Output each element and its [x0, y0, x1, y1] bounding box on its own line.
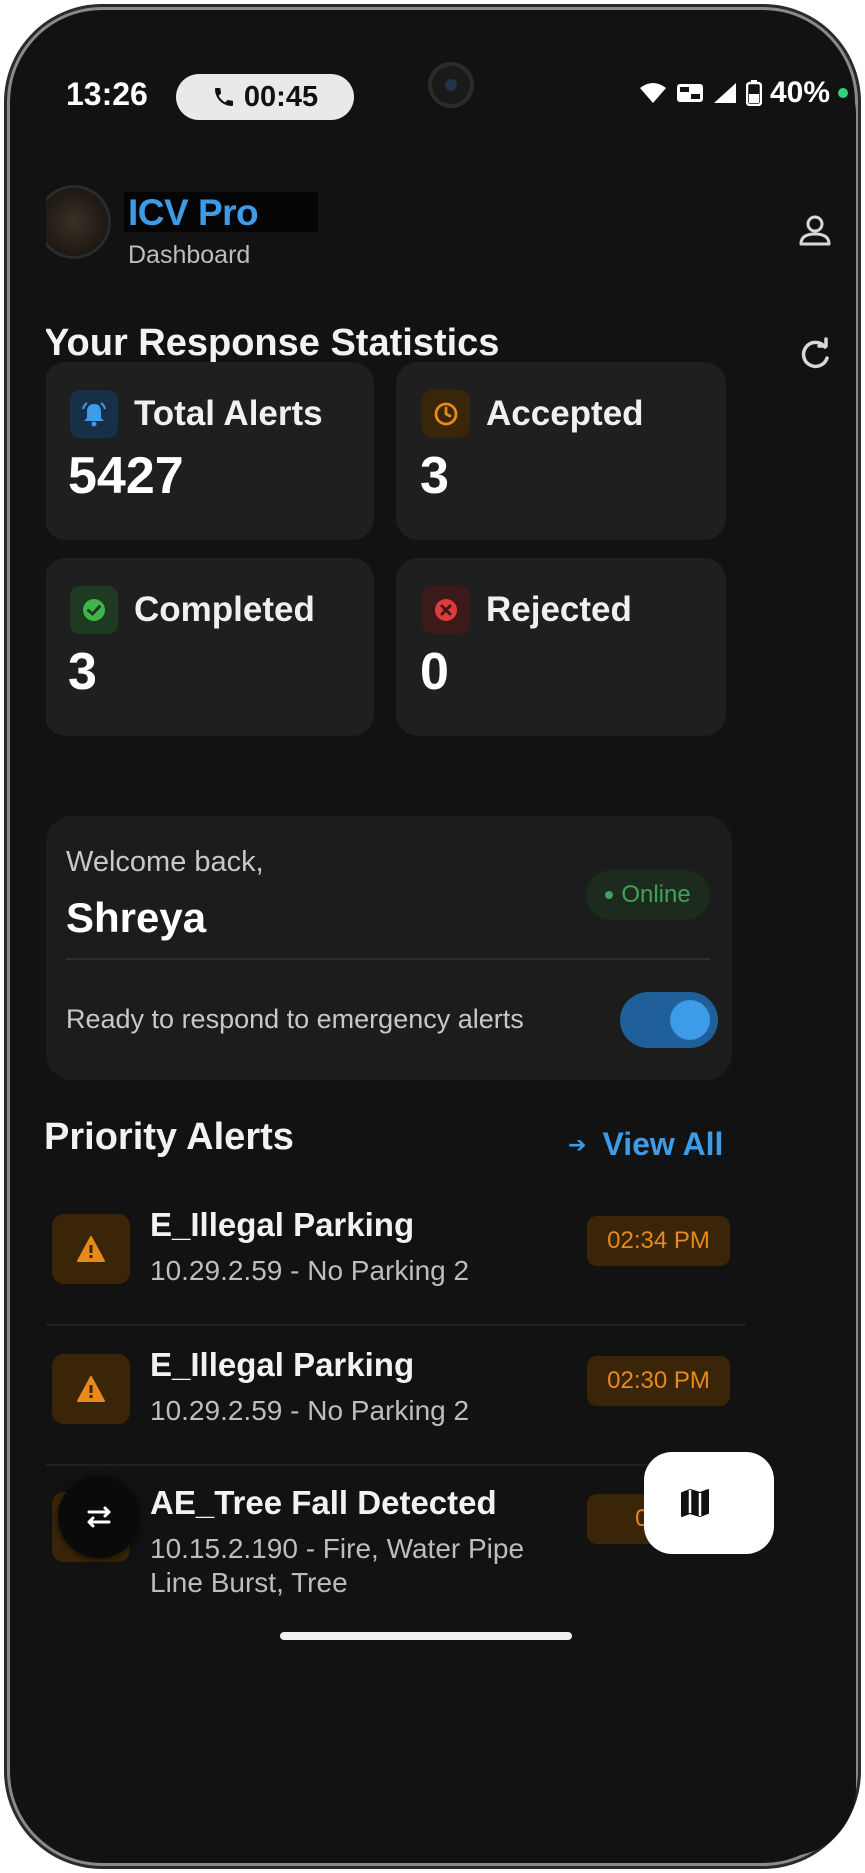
app-title: ICV Pro	[128, 192, 259, 233]
warning-icon	[52, 1214, 130, 1284]
alert-time-badge: 02:30 PM	[587, 1356, 730, 1406]
wifi-icon	[639, 83, 666, 103]
map-button[interactable]	[644, 1452, 774, 1554]
status-icons: 40%	[638, 76, 848, 110]
swap-icon	[87, 1506, 111, 1528]
switch-view-button[interactable]	[58, 1476, 140, 1558]
alert-title: E_Illegal Parking	[150, 1346, 415, 1383]
page-subtitle: Dashboard	[128, 241, 251, 269]
app-logo	[46, 188, 108, 256]
ready-to-respond-label: Ready to respond to emergency alerts	[66, 1004, 524, 1034]
alert-detail: 10.29.2.59 - No Parking 2	[150, 1395, 470, 1426]
user-name: Shreya	[66, 894, 207, 941]
volte-icon	[676, 84, 703, 102]
call-timer: 00:45	[243, 80, 319, 113]
toggle-knob	[670, 1000, 710, 1040]
stat-value: 5427	[68, 447, 184, 505]
online-status-badge: Online	[586, 870, 710, 920]
status-bar: 13:26 00:45 40%	[46, 46, 856, 146]
status-time: 13:26	[66, 76, 148, 112]
warning-icon	[52, 1354, 130, 1424]
stat-card-total-alerts: Total Alerts 5427	[46, 362, 374, 540]
bell-icon	[70, 390, 118, 438]
refresh-icon	[801, 337, 829, 369]
stat-label: Accepted	[486, 394, 644, 433]
alert-list-item[interactable]: AE_Tree Fall Detected 10.15.2.190 - Fire…	[46, 1464, 746, 1600]
signal-icon	[713, 83, 736, 103]
privacy-indicator-dot	[838, 88, 848, 98]
priority-alerts-title: Priority Alerts	[46, 1116, 294, 1158]
status-dot	[605, 891, 614, 899]
screen: 13:26 00:45 40% ICV Pro Dashboard Your R…	[46, 46, 856, 1856]
home-indicator[interactable]	[280, 1632, 572, 1640]
x-circle-icon	[422, 586, 470, 634]
stat-value: 0	[420, 643, 449, 701]
welcome-card: Welcome back, Shreya Online Ready to res…	[46, 816, 732, 1080]
stat-value: 3	[68, 643, 97, 701]
map-icon	[681, 1489, 709, 1517]
battery-icon	[745, 80, 762, 106]
stats-section-title: Your Response Statistics	[46, 322, 500, 364]
stat-card-accepted: Accepted 3	[396, 362, 726, 540]
stat-label: Rejected	[486, 590, 632, 629]
alert-list-item[interactable]: E_Illegal Parking 10.29.2.59 - No Parkin…	[46, 1326, 746, 1462]
phone-icon	[214, 88, 233, 106]
battery-percent: 40%	[769, 76, 830, 109]
stat-card-rejected: Rejected 0	[396, 558, 726, 736]
alert-title: E_Illegal Parking	[150, 1206, 415, 1243]
stat-label: Completed	[134, 590, 315, 629]
arrow-right-icon: ➔	[568, 1131, 587, 1157]
stat-label: Total Alerts	[134, 394, 323, 433]
alert-detail: 10.15.2.190 - Fire, Water Pipe Line Burs…	[150, 1533, 525, 1598]
view-all-link[interactable]: ➔ View All	[568, 1126, 723, 1163]
alert-list-item[interactable]: E_Illegal Parking 10.29.2.59 - No Parkin…	[46, 1186, 746, 1322]
refresh-button[interactable]	[792, 332, 838, 378]
divider	[66, 958, 710, 960]
stat-card-completed: Completed 3	[46, 558, 374, 736]
view-all-label: View All	[602, 1126, 724, 1162]
alert-detail: 10.29.2.59 - No Parking 2	[150, 1255, 470, 1286]
user-icon	[799, 215, 831, 246]
online-status-label: Online	[621, 881, 691, 908]
welcome-greeting: Welcome back,	[66, 846, 264, 878]
front-camera	[432, 66, 470, 104]
ongoing-call-chip[interactable]: 00:45	[176, 74, 354, 120]
check-circle-icon	[70, 586, 118, 634]
stat-value: 3	[420, 447, 449, 505]
alert-title: AE_Tree Fall Detected	[150, 1484, 497, 1521]
clock-icon	[422, 390, 470, 438]
availability-toggle[interactable]	[620, 992, 718, 1048]
profile-button[interactable]	[790, 206, 840, 256]
phone-frame: 13:26 00:45 40% ICV Pro Dashboard Your R…	[10, 10, 856, 1863]
alert-time-badge: 02:34 PM	[587, 1216, 730, 1266]
